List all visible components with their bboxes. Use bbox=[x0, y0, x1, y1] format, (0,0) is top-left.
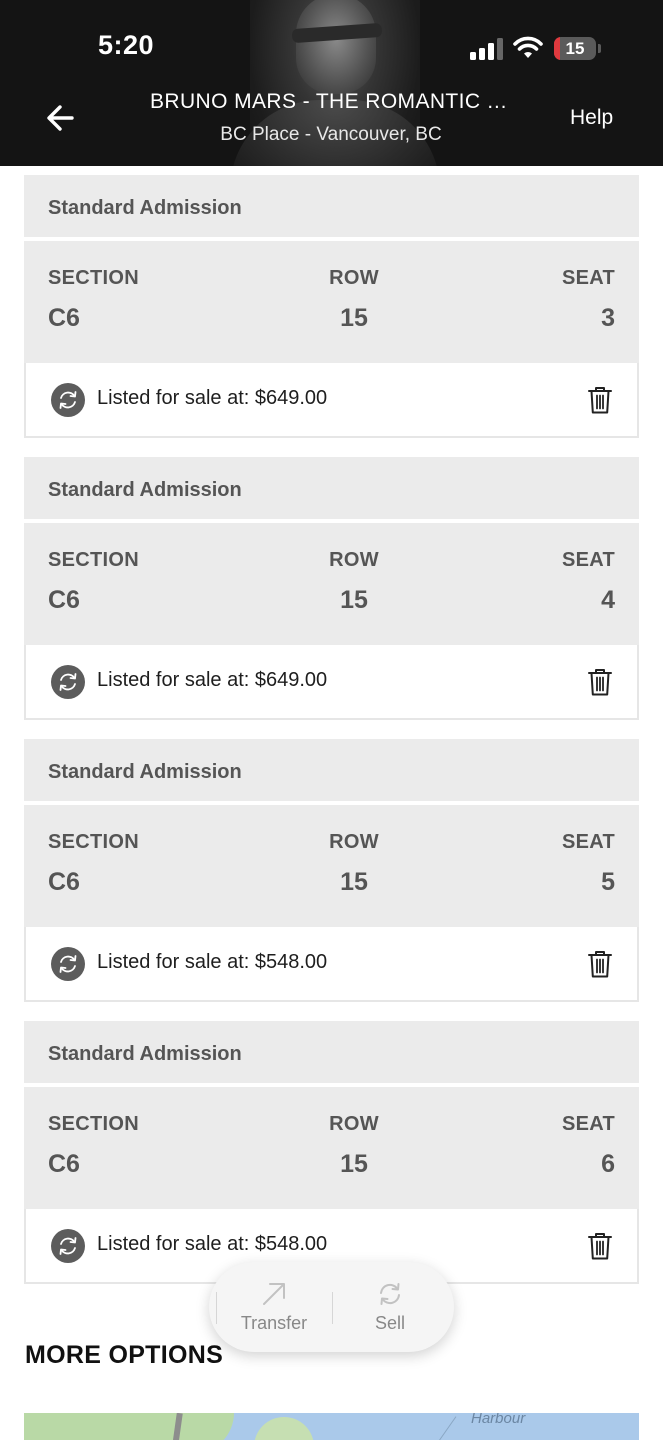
sell-label: Sell bbox=[374, 1313, 405, 1333]
transfer-label: Transfer bbox=[240, 1313, 308, 1333]
battery-icon: 15 bbox=[554, 37, 596, 60]
row-value: 15 bbox=[340, 586, 368, 614]
section-label: SECTION bbox=[48, 549, 139, 571]
listing-price-text: Listed for sale at: $649.00 bbox=[97, 669, 328, 691]
listing-price-text: Listed for sale at: $649.00 bbox=[97, 387, 328, 409]
seat-column: SEAT 5 bbox=[562, 831, 615, 897]
seat-column: SEAT 3 bbox=[562, 267, 615, 333]
transfer-button[interactable]: Transfer bbox=[216, 1262, 332, 1352]
section-value: C6 bbox=[48, 1150, 80, 1178]
ticket-type: Standard Admission bbox=[24, 175, 639, 241]
ticket-list: Standard Admission SECTION C6 ROW 15 SEA… bbox=[24, 175, 639, 1303]
delete-listing-button[interactable] bbox=[587, 385, 613, 415]
battery-level: 15 bbox=[565, 39, 585, 58]
ticket-card: Standard Admission SECTION C6 ROW 15 SEA… bbox=[24, 457, 639, 720]
row-column: ROW 15 bbox=[309, 549, 399, 615]
seat-column: SEAT 6 bbox=[562, 1113, 615, 1179]
delete-listing-button[interactable] bbox=[587, 667, 613, 697]
section-label: SECTION bbox=[48, 1113, 139, 1135]
section-value: C6 bbox=[48, 868, 80, 896]
seat-value: 6 bbox=[601, 1150, 615, 1178]
more-options-heading: MORE OPTIONS bbox=[25, 1341, 224, 1369]
ticket-card: Standard Admission SECTION C6 ROW 15 SEA… bbox=[24, 739, 639, 1002]
section-label: SECTION bbox=[48, 267, 139, 289]
row-column: ROW 15 bbox=[309, 831, 399, 897]
trash-icon bbox=[588, 951, 612, 978]
seat-info: SECTION C6 ROW 15 SEAT 4 bbox=[24, 523, 639, 645]
seat-info: SECTION C6 ROW 15 SEAT 5 bbox=[24, 805, 639, 927]
delete-listing-button[interactable] bbox=[587, 949, 613, 979]
seat-value: 4 bbox=[601, 586, 615, 614]
trash-icon bbox=[588, 387, 612, 414]
ticket-type: Standard Admission bbox=[24, 1021, 639, 1087]
ticket-card: Standard Admission SECTION C6 ROW 15 SEA… bbox=[24, 1021, 639, 1284]
arrow-left-icon bbox=[47, 105, 74, 131]
trash-icon bbox=[588, 1233, 612, 1260]
row-label: ROW bbox=[329, 549, 379, 571]
seat-label: SEAT bbox=[561, 549, 615, 571]
section-label: SECTION bbox=[48, 831, 139, 853]
event-header: 5:20 15 BRUNO MARS - THE ROMANTIC TOUR B… bbox=[0, 0, 663, 166]
artist-photo-head bbox=[296, 0, 376, 94]
row-label: ROW bbox=[329, 831, 379, 853]
listing-row: Listed for sale at: $649.00 bbox=[26, 363, 637, 436]
seat-value: 5 bbox=[601, 868, 615, 896]
section-value: C6 bbox=[48, 586, 80, 614]
delete-listing-button[interactable] bbox=[587, 1231, 613, 1261]
seat-info: SECTION C6 ROW 15 SEAT 6 bbox=[24, 1087, 639, 1209]
sync-icon bbox=[380, 1283, 400, 1305]
listing-row: Listed for sale at: $649.00 bbox=[26, 645, 637, 718]
row-value: 15 bbox=[340, 304, 368, 332]
sell-button[interactable]: Sell bbox=[332, 1262, 448, 1352]
row-value: 15 bbox=[340, 1150, 368, 1178]
venue-map[interactable]: Harbour bbox=[24, 1413, 639, 1440]
wifi-icon bbox=[513, 36, 543, 58]
map-land bbox=[24, 1413, 234, 1440]
section-value: C6 bbox=[48, 304, 80, 332]
section-column: SECTION C6 bbox=[48, 549, 139, 615]
ticket-type: Standard Admission bbox=[24, 739, 639, 805]
seat-info: SECTION C6 ROW 15 SEAT 3 bbox=[24, 241, 639, 363]
trash-icon bbox=[588, 669, 612, 696]
row-value: 15 bbox=[340, 868, 368, 896]
row-column: ROW 15 bbox=[309, 267, 399, 333]
map-line bbox=[432, 1416, 457, 1440]
listing-price-text: Listed for sale at: $548.00 bbox=[97, 951, 328, 973]
resale-sync-icon bbox=[51, 383, 85, 417]
seat-column: SEAT 4 bbox=[562, 549, 615, 615]
section-column: SECTION C6 bbox=[48, 267, 139, 333]
row-label: ROW bbox=[329, 1113, 379, 1135]
row-column: ROW 15 bbox=[309, 1113, 399, 1179]
help-link[interactable]: Help bbox=[570, 106, 613, 130]
seat-label: SEAT bbox=[561, 267, 615, 289]
row-label: ROW bbox=[329, 267, 379, 289]
action-divider bbox=[216, 1292, 217, 1324]
event-title: BRUNO MARS - THE ROMANTIC TOUR bbox=[150, 90, 512, 113]
listing-price-text: Listed for sale at: $548.00 bbox=[97, 1233, 328, 1255]
back-button[interactable] bbox=[40, 100, 80, 136]
resale-sync-icon bbox=[51, 665, 85, 699]
section-column: SECTION C6 bbox=[48, 831, 139, 897]
seat-label: SEAT bbox=[561, 831, 615, 853]
map-label: Harbour bbox=[471, 1413, 526, 1427]
ticket-card: Standard Admission SECTION C6 ROW 15 SEA… bbox=[24, 175, 639, 438]
seat-value: 3 bbox=[601, 304, 615, 332]
resale-sync-icon bbox=[51, 947, 85, 981]
resale-sync-icon bbox=[51, 1229, 85, 1263]
listing-row: Listed for sale at: $548.00 bbox=[26, 927, 637, 1000]
section-column: SECTION C6 bbox=[48, 1113, 139, 1179]
event-venue: BC Place - Vancouver, BC bbox=[220, 124, 442, 145]
ticket-action-bar: Transfer Sell bbox=[209, 1262, 454, 1352]
ticket-type: Standard Admission bbox=[24, 457, 639, 523]
transfer-arrow-icon bbox=[263, 1283, 285, 1305]
seat-label: SEAT bbox=[561, 1113, 615, 1135]
status-time: 5:20 bbox=[98, 30, 155, 60]
map-land bbox=[254, 1417, 314, 1440]
battery-nub bbox=[598, 44, 601, 53]
cellular-signal-icon bbox=[470, 38, 504, 60]
